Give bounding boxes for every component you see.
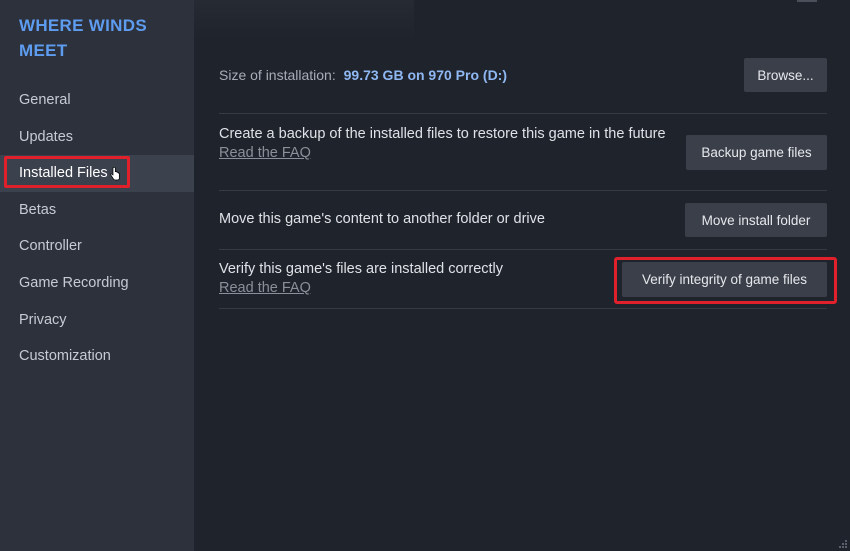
sidebar-item-installed-files[interactable]: Installed Files: [0, 155, 194, 192]
verify-text: Verify this game's files are installed c…: [219, 261, 504, 277]
sidebar-item-customization[interactable]: Customization: [0, 338, 194, 375]
divider: [219, 249, 827, 250]
verify-description: Verify this game's files are installed c…: [219, 260, 599, 298]
sidebar-item-updates[interactable]: Updates: [0, 119, 194, 156]
move-text: Move this game's content to another fold…: [219, 211, 545, 227]
game-title: WHERE WINDS MEET: [19, 16, 147, 60]
sidebar-item-label: Updates: [19, 128, 74, 145]
top-divider: [797, 0, 817, 2]
hand-cursor-icon: [110, 167, 120, 181]
install-size-value: 99.73 GB on 970 Pro (D:): [343, 67, 508, 83]
backup-game-files-button[interactable]: Backup game files: [686, 135, 827, 170]
sidebar-item-label: Privacy: [19, 311, 67, 328]
sidebar-item-label: Game Recording: [19, 274, 129, 291]
divider: [219, 113, 827, 114]
sidebar-item-label: Customization: [19, 348, 111, 365]
install-size: Size of installation: 99.73 GB on 970 Pr…: [219, 67, 507, 83]
divider: [219, 308, 827, 309]
sidebar: WHERE WINDS MEET General Updates Install…: [0, 0, 194, 551]
backup-description: Create a backup of the installed files t…: [219, 125, 669, 163]
divider: [219, 190, 827, 191]
sidebar-item-general[interactable]: General: [0, 82, 194, 119]
sidebar-item-controller[interactable]: Controller: [0, 228, 194, 265]
main-panel: Size of installation: 99.73 GB on 970 Pr…: [194, 0, 850, 551]
sidebar-item-label: General: [19, 92, 71, 108]
backup-text: Create a backup of the installed files t…: [219, 126, 666, 142]
backup-faq-link[interactable]: Read the FAQ: [219, 144, 311, 163]
top-shade: [194, 0, 414, 40]
sidebar-nav: General Updates Installed Files Betas Co…: [0, 82, 194, 375]
resize-grip-icon[interactable]: [838, 539, 848, 549]
verify-faq-link[interactable]: Read the FAQ: [219, 279, 311, 298]
browse-button[interactable]: Browse...: [744, 58, 827, 92]
highlight-box: [614, 257, 837, 304]
move-install-folder-button[interactable]: Move install folder: [685, 203, 827, 237]
sidebar-item-label: Betas: [19, 201, 57, 218]
game-properties-window: WHERE WINDS MEET General Updates Install…: [0, 0, 850, 551]
sidebar-item-privacy[interactable]: Privacy: [0, 302, 194, 339]
install-size-label: Size of installation:: [219, 67, 336, 83]
move-description: Move this game's content to another fold…: [219, 210, 639, 229]
sidebar-item-betas[interactable]: Betas: [0, 192, 194, 229]
sidebar-item-label: Controller: [19, 238, 82, 255]
sidebar-item-game-recording[interactable]: Game Recording: [0, 265, 194, 302]
